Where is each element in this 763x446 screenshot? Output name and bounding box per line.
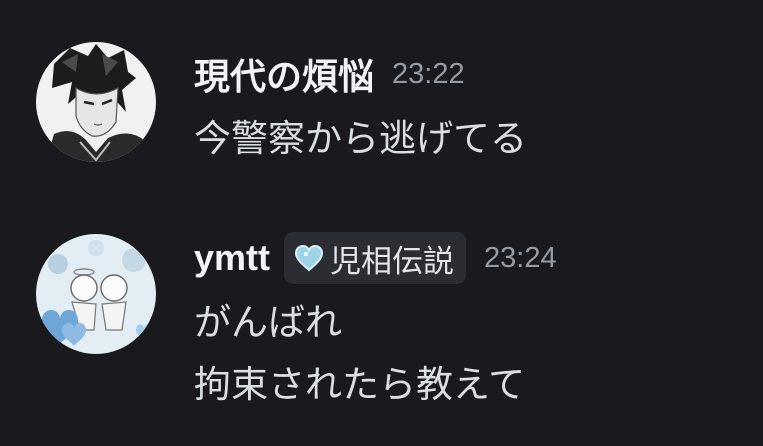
avatar[interactable]: ✦	[36, 234, 156, 354]
message-text: 拘束されたら教えて	[194, 363, 526, 406]
message-header: ymtt 児相伝説 23:24	[194, 232, 557, 284]
svg-text:✦: ✦	[54, 344, 62, 354]
timestamp[interactable]: 23:24	[484, 242, 557, 275]
username[interactable]: 現代の煩悩	[194, 48, 374, 100]
message-header: 現代の煩悩 23:22	[194, 52, 465, 97]
tag-label: 児相伝説	[330, 243, 455, 280]
message-text: がんばれ	[194, 301, 342, 344]
guild-tag[interactable]: 児相伝説	[284, 232, 467, 284]
avatar[interactable]	[36, 42, 156, 162]
message-text: 今警察から逃げてる	[194, 117, 527, 160]
timestamp[interactable]: 23:22	[392, 58, 465, 91]
username[interactable]: ymtt	[194, 237, 270, 279]
heart-icon	[294, 244, 324, 272]
